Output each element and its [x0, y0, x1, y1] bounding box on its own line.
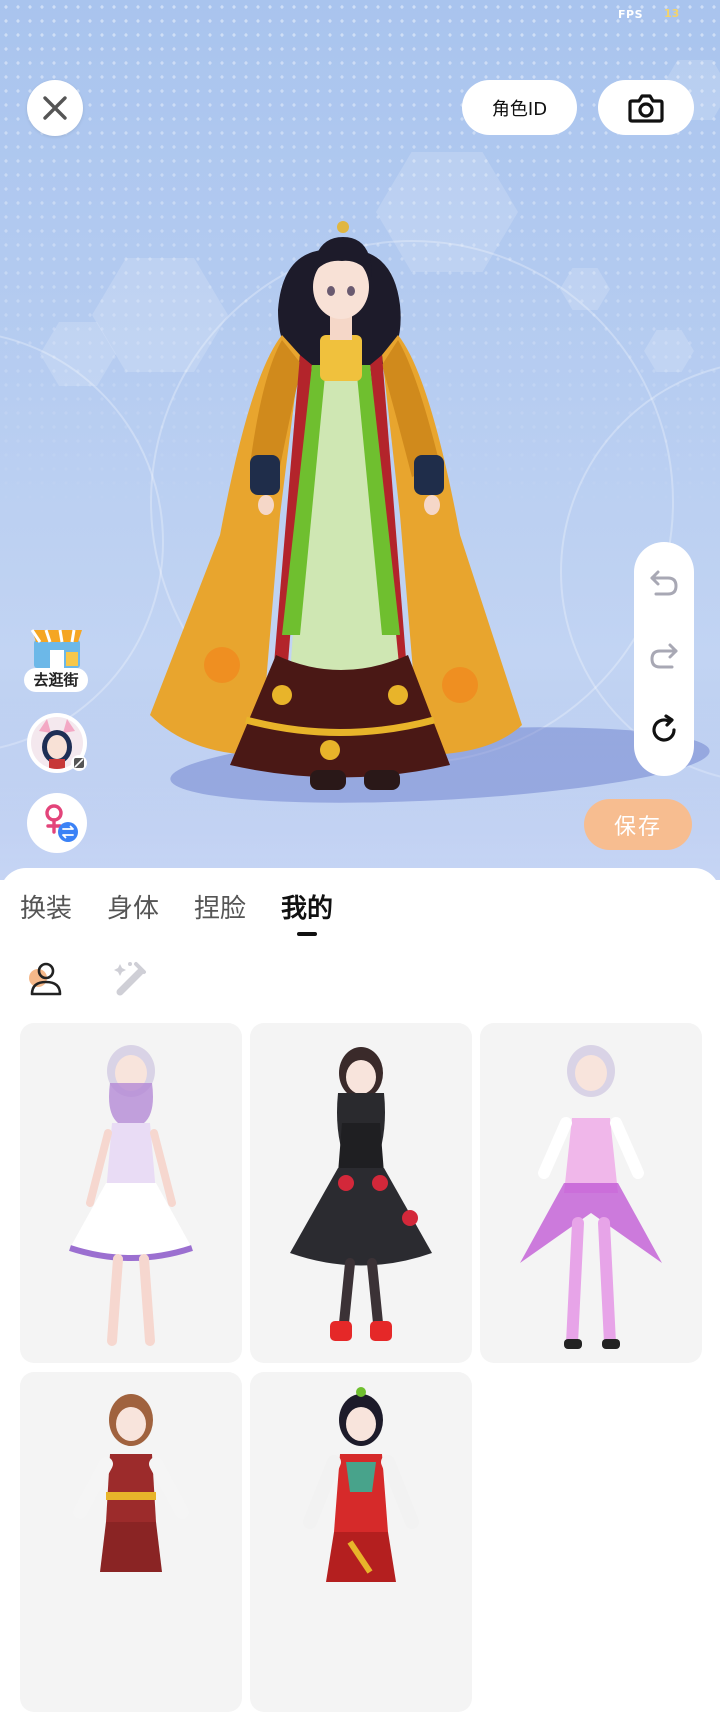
camera-button[interactable] — [598, 80, 694, 135]
gender-switch-button[interactable] — [27, 793, 87, 853]
redo-button[interactable] — [648, 641, 680, 675]
saved-character-card[interactable] — [20, 1023, 242, 1363]
character-thumbnail — [290, 1047, 432, 1341]
close-button[interactable] — [27, 80, 83, 136]
tab-mine[interactable]: 我的 — [281, 888, 333, 936]
saved-character-card[interactable] — [250, 1023, 472, 1363]
hide-icon — [74, 758, 84, 768]
edit-history-toolbar — [634, 542, 694, 776]
character-thumbnail — [73, 1394, 189, 1572]
character-thumbnail — [520, 1045, 662, 1349]
customize-panel: 换装 身体 捏脸 我的 — [0, 868, 720, 1712]
saved-character-card[interactable] — [20, 1372, 242, 1712]
go-shopping-button[interactable]: 去逛街 — [24, 622, 88, 692]
tab-body[interactable]: 身体 — [107, 888, 159, 925]
magic-wand-icon — [114, 962, 146, 996]
my-creations-filter[interactable] — [108, 956, 152, 1000]
camera-icon — [628, 93, 664, 123]
undo-icon — [650, 570, 678, 596]
avatar-character[interactable] — [150, 215, 530, 805]
character-thumbnail — [303, 1387, 419, 1582]
fps-label: FPS — [618, 8, 643, 21]
person-icon — [29, 962, 62, 996]
fps-value: 13 — [664, 7, 680, 20]
tab-face[interactable]: 捏脸 — [194, 888, 246, 925]
reset-button[interactable] — [648, 714, 680, 750]
category-tabs: 换装 身体 捏脸 我的 — [20, 888, 368, 936]
character-avatar-button[interactable] — [27, 713, 87, 773]
saved-character-card[interactable] — [480, 1023, 702, 1363]
close-icon — [43, 96, 67, 120]
saved-character-card[interactable] — [250, 1372, 472, 1712]
avatar-scene[interactable] — [0, 0, 720, 880]
gender-switch-icon — [45, 804, 78, 842]
save-button[interactable]: 保存 — [584, 799, 692, 850]
tab-outfit[interactable]: 换装 — [20, 888, 72, 925]
role-id-button[interactable]: 角色ID — [462, 80, 577, 135]
my-characters-filter[interactable] — [22, 956, 66, 1000]
character-thumbnail — [69, 1045, 193, 1346]
shop-icon — [30, 629, 82, 668]
go-shopping-label: 去逛街 — [24, 668, 88, 692]
reset-icon — [652, 714, 676, 742]
redo-icon — [650, 643, 678, 669]
avatar-badge — [71, 755, 87, 771]
undo-button[interactable] — [648, 568, 680, 602]
